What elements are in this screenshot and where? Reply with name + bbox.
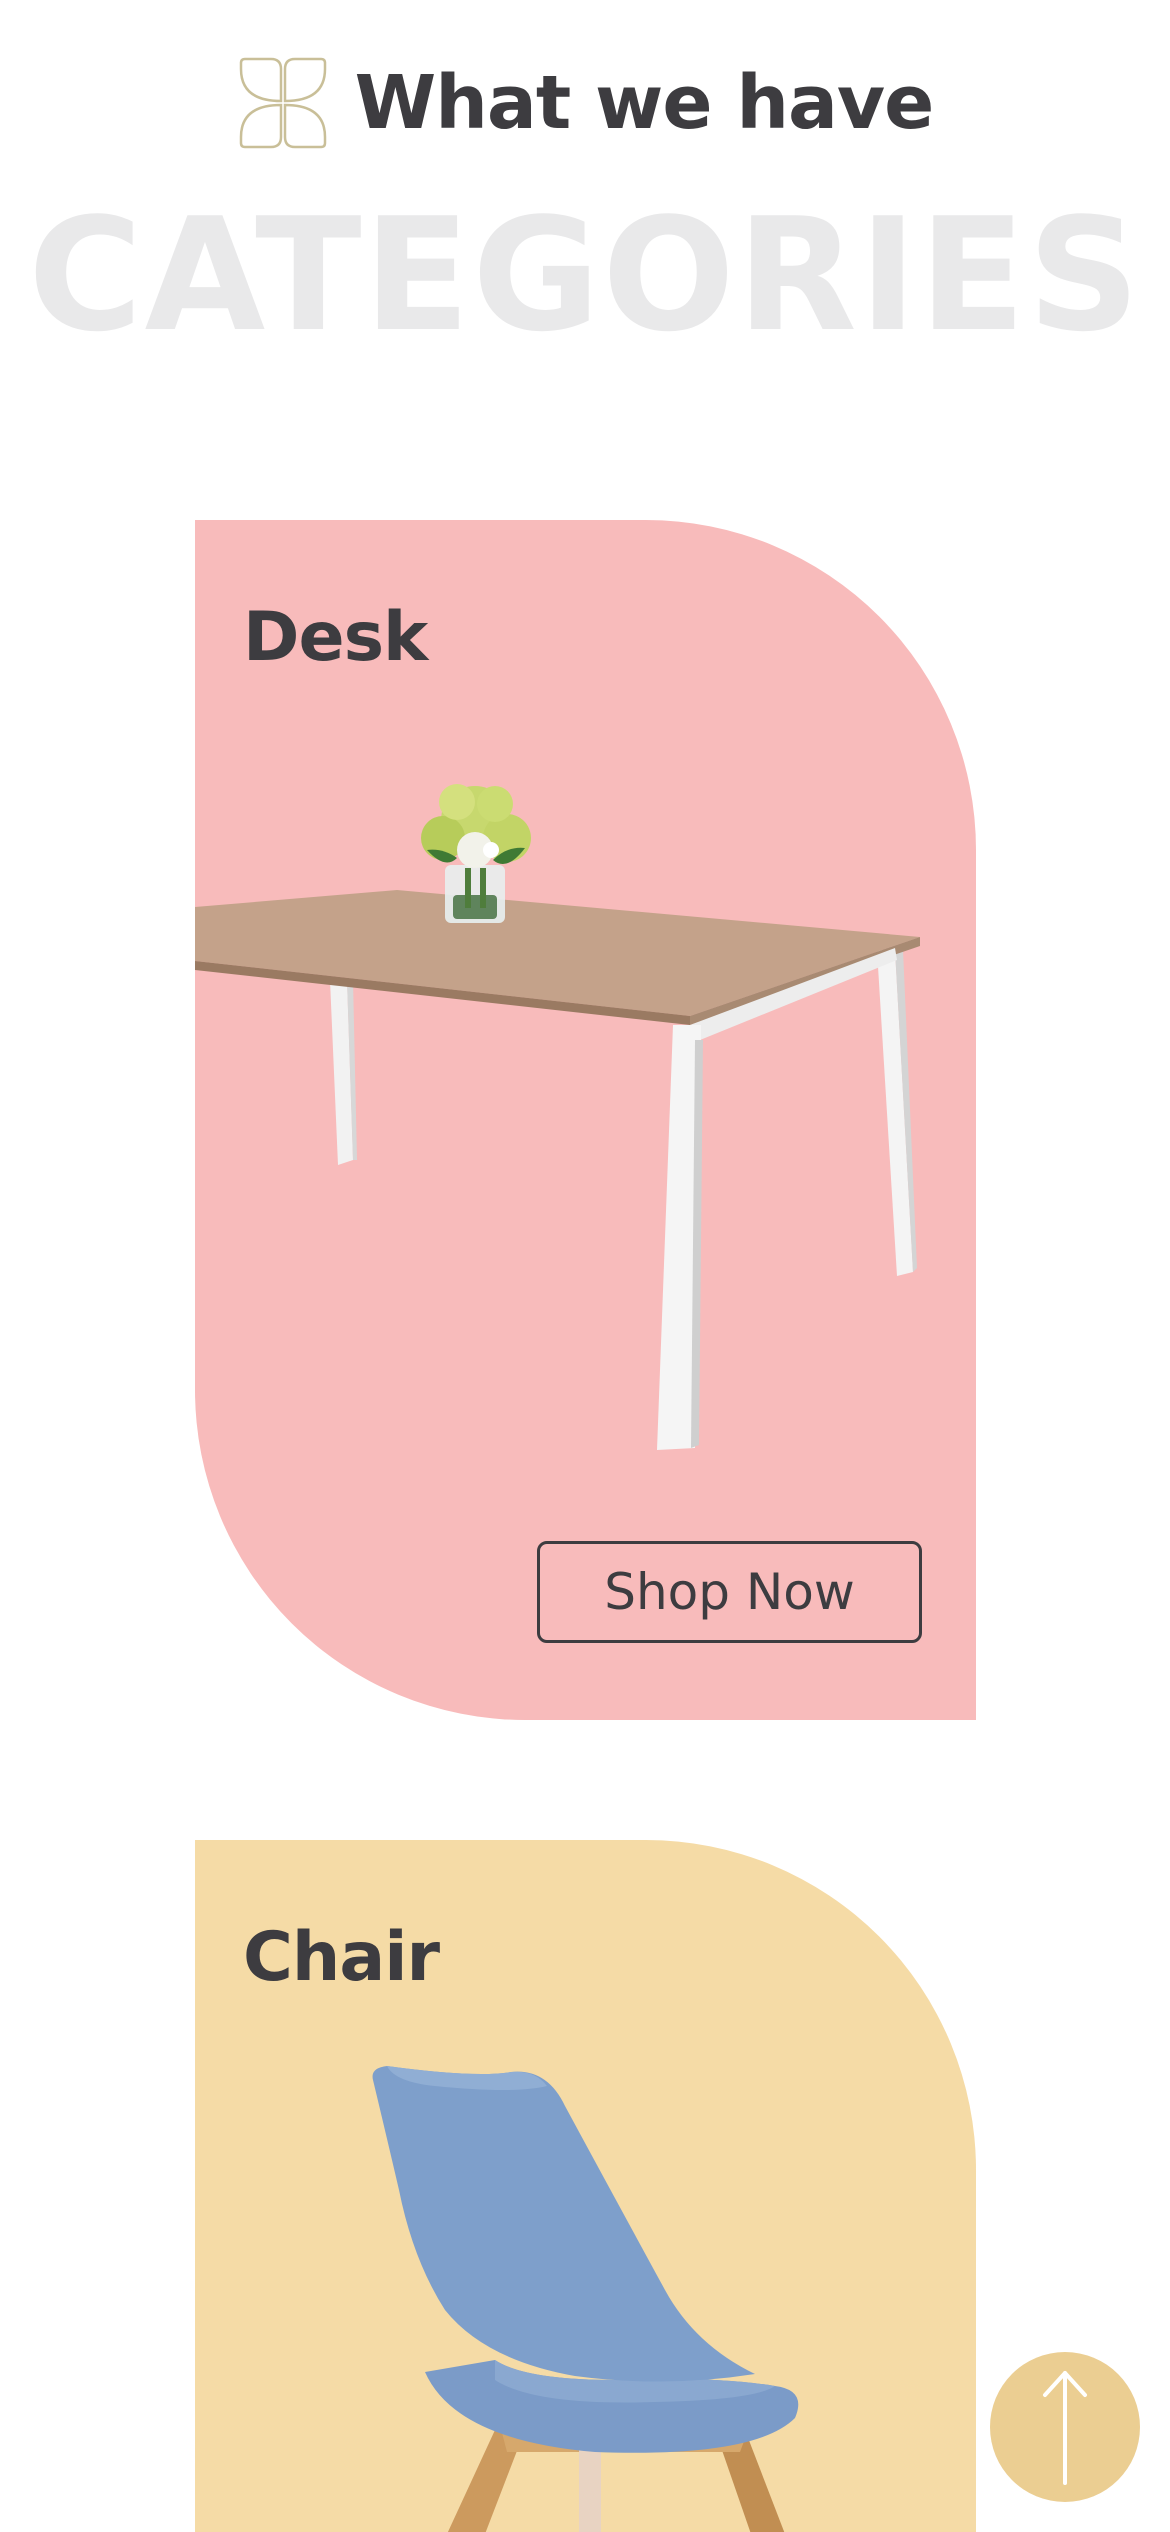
scroll-to-top-button[interactable]: [990, 2352, 1140, 2502]
category-title: Chair: [243, 1918, 440, 1997]
category-card-chair[interactable]: Chair: [195, 1840, 976, 2532]
section-eyebrow-title: What we have: [354, 60, 935, 146]
section-watermark-title: CATEGORIES: [28, 184, 1142, 366]
category-card-desk[interactable]: Desk Shop Now: [195, 520, 976, 1720]
desk-image: [195, 784, 920, 1450]
arrow-up-icon: [1043, 2371, 1087, 2485]
category-title: Desk: [243, 598, 428, 677]
section-header: What we have: [0, 48, 1170, 158]
shop-now-button[interactable]: Shop Now: [537, 1541, 922, 1643]
flower-icon: [239, 57, 326, 149]
categories-page: What we have CATEGORIES Desk Shop Now Ch…: [0, 0, 1170, 2532]
